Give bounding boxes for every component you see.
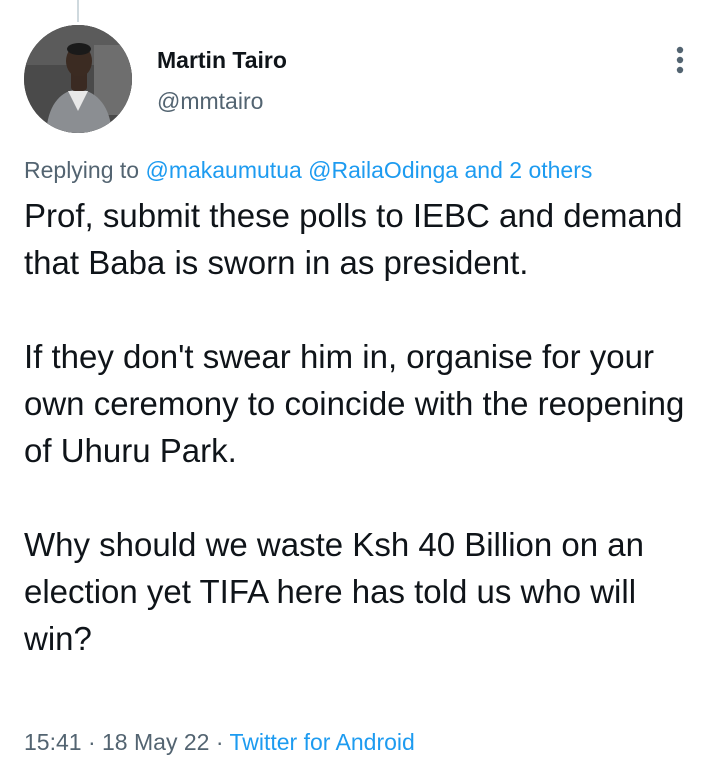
tweet-paragraph: Why should we waste Ksh 40 Billion on an… — [24, 526, 645, 657]
mention-link[interactable]: @RailaOdinga — [308, 157, 458, 183]
thread-connector-line — [77, 0, 79, 22]
tweet-time[interactable]: 15:41 — [24, 729, 82, 755]
meta-separator: · — [87, 729, 96, 755]
more-options-button[interactable] — [664, 40, 696, 80]
tweet-detail: Martin Tairo @mmtairo Replying to @makau… — [0, 0, 720, 765]
author-block: Martin Tairo @mmtairo — [157, 45, 287, 115]
author-name[interactable]: Martin Tairo — [157, 45, 287, 75]
others-link[interactable]: and 2 others — [465, 157, 593, 183]
avatar-photo — [24, 25, 132, 133]
tweet-paragraph: Prof, submit these polls to IEBC and dem… — [24, 197, 683, 281]
meta-separator: · — [215, 729, 224, 755]
tweet-paragraph: If they don't swear him in, organise for… — [24, 338, 685, 469]
more-vertical-icon — [676, 46, 684, 74]
tweet-text: Prof, submit these polls to IEBC and dem… — [24, 192, 704, 662]
tweet-source-link[interactable]: Twitter for Android — [229, 729, 414, 755]
author-handle[interactable]: @mmtairo — [157, 87, 287, 115]
reply-context: Replying to @makaumutua @RailaOdinga and… — [24, 155, 704, 185]
tweet-date[interactable]: 18 May 22 — [102, 729, 209, 755]
mention-link[interactable]: @makaumutua — [145, 157, 301, 183]
avatar[interactable] — [24, 25, 132, 133]
reply-context-prefix: Replying to — [24, 157, 140, 183]
tweet-metadata: 15:41 · 18 May 22 · Twitter for Android — [24, 727, 704, 757]
